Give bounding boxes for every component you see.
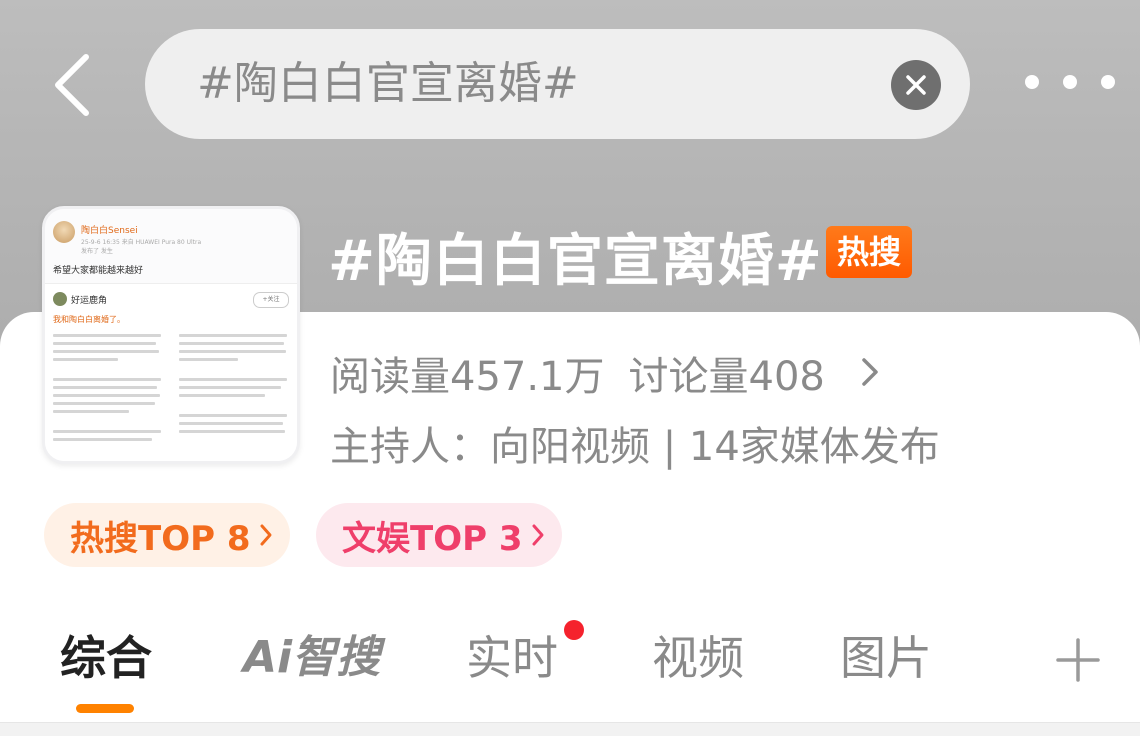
realtime-notification-dot	[564, 620, 584, 640]
back-arrow-icon	[55, 54, 89, 116]
tab-video[interactable]: 视频	[652, 618, 744, 698]
plus-icon	[1056, 638, 1100, 682]
hot-rank-label: 热搜TOP 8	[70, 518, 251, 559]
thumbnail-text-column	[53, 334, 161, 446]
topic-host: 主持人：向阳视频 | 14家媒体发布	[330, 424, 940, 470]
chevron-right-icon	[862, 358, 878, 386]
thumbnail-comment-card: 好运鹿角 +关注 我和陶白白离婚了。	[45, 283, 297, 461]
thumbnail-author: 陶白白Sensei	[81, 226, 138, 236]
ent-rank-label: 文娱TOP 3	[342, 518, 523, 559]
tab-comprehensive[interactable]: 综合	[60, 618, 152, 698]
search-query-text: #陶白白官宣离婚#	[197, 58, 579, 109]
more-icon-dot	[1063, 75, 1077, 89]
hot-rank-pill[interactable]: 热搜TOP 8	[44, 503, 290, 567]
clear-button[interactable]	[891, 60, 941, 110]
tab-divider	[0, 722, 1140, 736]
clear-icon	[906, 75, 926, 95]
thumbnail-content: 陶白白Sensei 25-9-6 16:35 来自 HUAWEI Pura 80…	[45, 209, 297, 461]
tab-ai-search[interactable]: Ai智搜	[243, 618, 380, 698]
search-input[interactable]: #陶白白官宣离婚#	[145, 29, 970, 139]
chevron-right-icon	[259, 523, 273, 547]
thumbnail-post-text: 希望大家都能越来越好	[53, 266, 144, 276]
discussion-count: 讨论量408	[628, 354, 825, 400]
more-icon	[1025, 75, 1039, 89]
ent-rank-pill[interactable]: 文娱TOP 3	[316, 503, 562, 567]
chevron-right-icon	[531, 523, 545, 547]
thumbnail-meta-line-2: 发布了 发生	[81, 248, 113, 255]
thumbnail-text-column	[179, 334, 287, 438]
thumbnail-avatar	[53, 221, 75, 243]
back-button[interactable]	[42, 50, 102, 120]
active-tab-indicator	[76, 704, 134, 713]
thumbnail-commenter-avatar	[53, 292, 67, 306]
read-count: 阅读量457.1万	[330, 354, 605, 400]
stats-detail-button[interactable]	[852, 350, 888, 394]
tab-images[interactable]: 图片	[840, 618, 932, 698]
more-button[interactable]	[1025, 62, 1115, 102]
add-tab-button[interactable]	[1054, 636, 1102, 684]
thumbnail-commenter: 好运鹿角	[71, 296, 108, 306]
topic-thumbnail[interactable]: 陶白白Sensei 25-9-6 16:35 来自 HUAWEI Pura 80…	[42, 206, 300, 464]
hot-badge: 热搜	[826, 226, 912, 278]
thumbnail-text-lines	[53, 334, 289, 454]
thumbnail-comment-text: 我和陶白白离婚了。	[53, 315, 125, 324]
thumbnail-follow: +关注	[253, 292, 289, 308]
thumbnail-meta-line: 25-9-6 16:35 来自 HUAWEI Pura 80 Ultra	[81, 239, 202, 246]
topic-stats[interactable]: 阅读量457.1万 讨论量408	[330, 344, 849, 402]
tab-realtime[interactable]: 实时	[466, 618, 558, 698]
thumbnail-meta: 25-9-6 16:35 来自 HUAWEI Pura 80 Ultra 发布了…	[81, 237, 201, 255]
topic-title: #陶白白官宣离婚#	[328, 229, 823, 294]
more-icon-dot	[1101, 75, 1115, 89]
